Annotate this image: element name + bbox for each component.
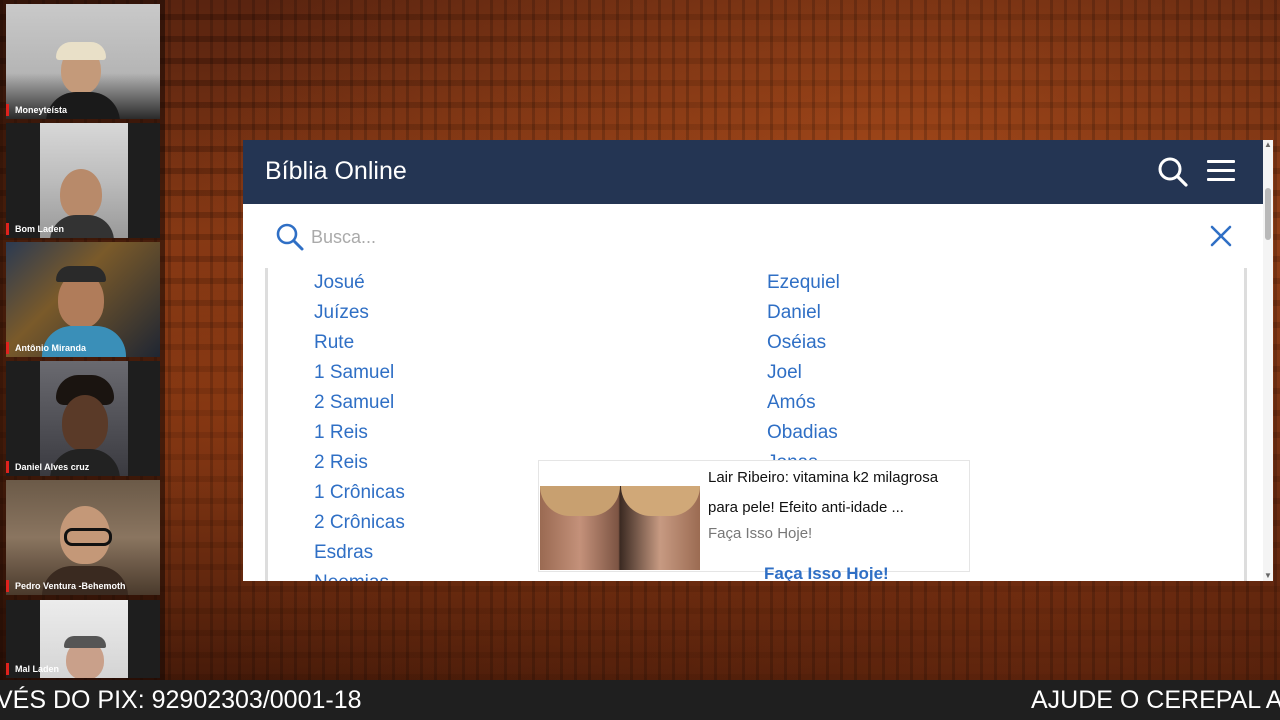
cap xyxy=(56,42,106,60)
app-header: Bíblia Online xyxy=(243,140,1263,204)
scrollbar[interactable]: ▲ ▼ xyxy=(1263,140,1273,581)
book-link[interactable]: 2 Crônicas xyxy=(314,508,405,538)
ad-title-line: Lair Ribeiro: vitamina k2 milagrosa xyxy=(708,469,939,486)
ad-image[interactable] xyxy=(540,486,700,570)
participant-name: Moneyteísta xyxy=(6,104,71,116)
participant-name: Bom Laden xyxy=(6,223,68,235)
participant-tile: Bom Laden xyxy=(6,123,160,238)
participant-name: Pedro Ventura -Behemoth xyxy=(6,580,130,592)
book-link[interactable]: Esdras xyxy=(314,538,405,568)
book-link[interactable]: Rute xyxy=(314,328,405,358)
book-link[interactable]: Amós xyxy=(767,388,840,418)
book-link[interactable]: 1 Crônicas xyxy=(314,478,405,508)
participant-tile: Pedro Ventura -Behemoth xyxy=(6,480,160,595)
books-column-right: Ezequiel Daniel Oséias Joel Amós Obadias… xyxy=(767,268,840,478)
participant-face xyxy=(62,395,108,451)
book-link[interactable]: Juízes xyxy=(314,298,405,328)
search-icon[interactable] xyxy=(1157,156,1189,188)
ad-link[interactable]: Faça Isso Hoje! xyxy=(764,564,889,581)
scroll-up-icon[interactable]: ▲ xyxy=(1264,141,1272,149)
participant-name: Mal Laden xyxy=(6,663,63,675)
participant-tile: Mal Laden xyxy=(6,600,160,678)
book-link[interactable]: Josué xyxy=(314,268,405,298)
book-link[interactable]: 1 Samuel xyxy=(314,358,405,388)
books-column-left: Josué Juízes Rute 1 Samuel 2 Samuel 1 Re… xyxy=(314,268,405,581)
search-icon xyxy=(275,222,305,252)
book-link[interactable]: Joel xyxy=(767,358,840,388)
hamburger-menu-icon[interactable] xyxy=(1207,160,1235,184)
donation-ticker: VÉS DO PIX: 92902303/0001-18 AJUDE O CER… xyxy=(0,680,1280,720)
hair xyxy=(64,636,106,648)
search-input[interactable] xyxy=(309,220,1173,254)
participant-name: Antônio Miranda xyxy=(6,342,90,354)
participant-tile: Antônio Miranda xyxy=(6,242,160,357)
book-link[interactable]: Daniel xyxy=(767,298,840,328)
participant-tile: Moneyteísta xyxy=(6,4,160,119)
book-link[interactable]: 2 Reis xyxy=(314,448,405,478)
ticker-text: VÉS DO PIX: 92902303/0001-18 xyxy=(0,686,362,714)
participant-face xyxy=(60,169,102,219)
participant-tile: Daniel Alves cruz xyxy=(6,361,160,476)
ad-cta[interactable]: Faça Isso Hoje! xyxy=(708,525,812,542)
book-link[interactable]: 1 Reis xyxy=(314,418,405,448)
close-icon[interactable] xyxy=(1209,224,1233,248)
search-bar xyxy=(243,204,1263,268)
hair xyxy=(56,266,106,282)
ticker-text: AJUDE O CEREPAL A xyxy=(1031,686,1280,714)
advertisement[interactable]: Lair Ribeiro: vitamina k2 milagrosa para… xyxy=(538,460,970,572)
scrollbar-thumb[interactable] xyxy=(1265,188,1271,240)
scroll-down-icon[interactable]: ▼ xyxy=(1264,572,1272,580)
glasses xyxy=(64,528,112,546)
app-title[interactable]: Bíblia Online xyxy=(265,157,407,186)
book-link[interactable]: Ezequiel xyxy=(767,268,840,298)
bible-app-window: Bíblia Online Josué Juízes xyxy=(243,140,1273,581)
book-link[interactable]: 2 Samuel xyxy=(314,388,405,418)
ad-title-line: para pele! Efeito anti-idade ... xyxy=(708,499,904,516)
ad-title[interactable]: Lair Ribeiro: vitamina k2 milagrosa para… xyxy=(708,463,966,523)
participant-name: Daniel Alves cruz xyxy=(6,461,93,473)
book-link[interactable]: Neemias xyxy=(314,568,405,581)
book-link[interactable]: Obadias xyxy=(767,418,840,448)
book-link[interactable]: Oséias xyxy=(767,328,840,358)
